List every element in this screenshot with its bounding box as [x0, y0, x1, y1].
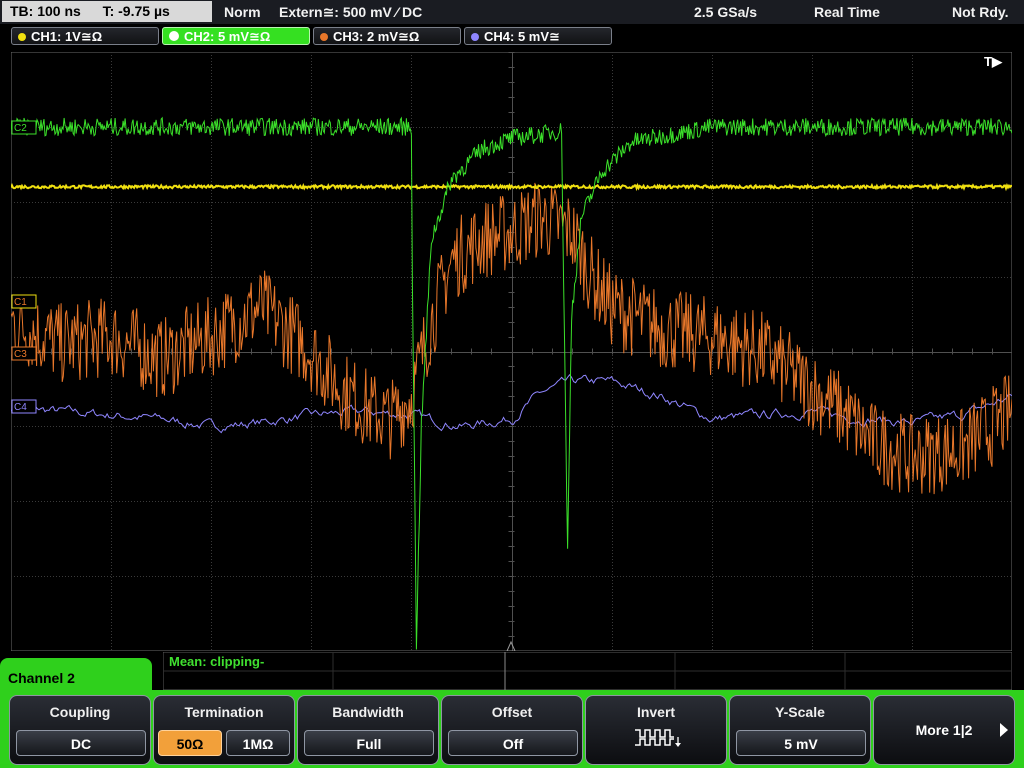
trigger-state: Not Rdy.: [952, 4, 1009, 20]
offset-title: Offset: [491, 704, 533, 720]
trigger-position-marker[interactable]: T▶: [984, 54, 1003, 69]
ch3-offset-marker[interactable]: C3: [11, 346, 37, 361]
ch1-dot-icon: [18, 33, 26, 41]
invert-title: Invert: [636, 704, 676, 720]
ch3-dot-icon: [320, 33, 328, 41]
ch1-marker-label: C1: [14, 297, 27, 308]
ch4-offset-marker[interactable]: C4: [11, 399, 37, 414]
tab-ch1[interactable]: CH1: 1V≅Ω: [11, 27, 159, 45]
coupling-title: Coupling: [49, 704, 111, 720]
ch4-marker-label: C4: [14, 402, 27, 413]
acquisition-mode: Real Time: [814, 4, 880, 20]
ch1-offset-marker[interactable]: C1: [11, 294, 37, 309]
coupling-softkey[interactable]: Coupling DC: [9, 695, 151, 765]
ch4-dot-icon: [471, 33, 479, 41]
ch2-marker-label: C2: [14, 123, 27, 134]
termination-50ohm-option[interactable]: 50Ω: [158, 730, 222, 756]
invert-waveform-icon: [635, 729, 681, 747]
bandwidth-value[interactable]: Full: [304, 730, 434, 756]
tab-ch2[interactable]: CH2: 5 mV≅Ω: [162, 27, 310, 45]
more-softkey[interactable]: More 1|2: [873, 695, 1015, 765]
measurement-panel: Mean: clipping-: [163, 652, 1012, 690]
bandwidth-title: Bandwidth: [332, 704, 404, 720]
timebase-box[interactable]: TB: 100 ns T: -9.75 µs: [2, 1, 212, 22]
ch2-offset-marker[interactable]: C2: [11, 120, 37, 135]
tab-ch3[interactable]: CH3: 2 mV≅Ω: [313, 27, 461, 45]
tab-ch3-label: CH3: 2 mV≅Ω: [333, 29, 420, 44]
termination-softkey[interactable]: Termination 50Ω 1MΩ: [153, 695, 295, 765]
invert-softkey[interactable]: Invert: [585, 695, 727, 765]
measurement-readout: Mean: clipping-: [169, 654, 265, 669]
tab-ch4-label: CH4: 5 mV≅: [484, 29, 560, 44]
offset-softkey[interactable]: Offset Off: [441, 695, 583, 765]
yscale-softkey[interactable]: Y-Scale 5 mV: [729, 695, 871, 765]
menu-title: Channel 2: [0, 658, 152, 698]
tab-ch4[interactable]: CH4: 5 mV≅: [464, 27, 612, 45]
termination-1mohm-option[interactable]: 1MΩ: [226, 730, 290, 756]
tab-ch2-label: CH2: 5 mV≅Ω: [184, 29, 271, 44]
ch3-marker-label: C3: [14, 349, 27, 360]
termination-title: Termination: [184, 704, 264, 720]
status-bar: TB: 100 ns T: -9.75 µs Norm Extern≅: 500…: [0, 0, 1024, 24]
trigger-time-readout: T: -9.75 µs: [102, 3, 170, 19]
offset-value[interactable]: Off: [448, 730, 578, 756]
sample-rate: 2.5 GSa/s: [694, 4, 758, 20]
coupling-value[interactable]: DC: [16, 730, 146, 756]
yscale-title: Y-Scale: [775, 704, 825, 720]
tab-ch1-label: CH1: 1V≅Ω: [31, 29, 103, 44]
yscale-value[interactable]: 5 mV: [736, 730, 866, 756]
trigger-mode[interactable]: Norm: [224, 0, 261, 24]
ch2-dot-icon: [169, 31, 179, 41]
channel-tabs: CH1: 1V≅Ω CH2: 5 mV≅Ω CH3: 2 mV≅Ω CH4: 5…: [0, 25, 1024, 49]
trigger-source[interactable]: Extern≅: 500 mV ⁄ DC: [279, 0, 422, 24]
waveform-display[interactable]: T▶ C2 C1 C3 C4: [11, 52, 1012, 651]
next-page-icon: [1000, 723, 1008, 737]
more-label: More 1|2: [915, 722, 973, 738]
bandwidth-softkey[interactable]: Bandwidth Full: [297, 695, 439, 765]
timebase-readout: TB: 100 ns: [10, 3, 81, 19]
